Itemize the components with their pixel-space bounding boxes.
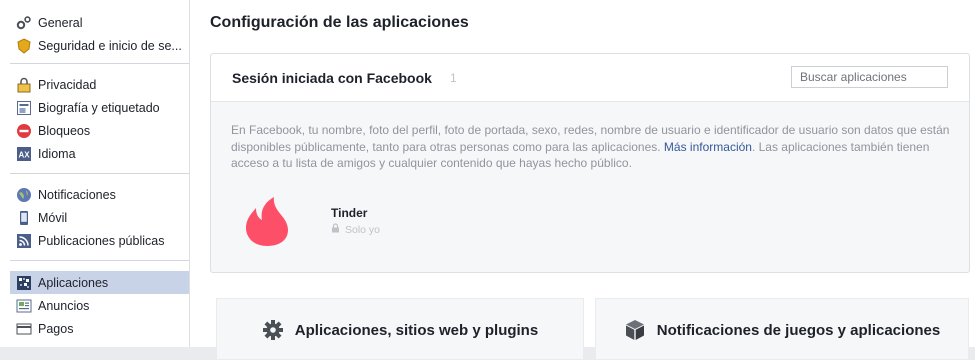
- app-name: Tinder: [331, 206, 368, 220]
- card-content: Notificaciones de juegos y aplicaciones: [624, 319, 940, 341]
- card-label: Aplicaciones, sitios web y plugins: [294, 321, 539, 339]
- app-privacy-label: Solo yo: [345, 223, 381, 236]
- sidebar-group-apps: Aplicaciones Anuncios Pagos: [0, 261, 189, 346]
- panel-header: Sesión iniciada con Facebook 1: [211, 54, 969, 102]
- apps-description: En Facebook, tu nombre, foto del perfil,…: [231, 122, 953, 172]
- sidebar-item-label: Pagos: [38, 321, 74, 336]
- sidebar-item-label: Bloqueos: [38, 123, 91, 138]
- sidebar-item-notifications[interactable]: Notificaciones: [0, 183, 189, 206]
- app-privacy-setting: Solo yo: [331, 223, 380, 236]
- panel-title: Sesión iniciada con Facebook: [232, 70, 432, 86]
- card-label: Notificaciones de juegos y aplicaciones: [656, 321, 941, 339]
- sidebar-item-label: Privacidad: [38, 77, 97, 92]
- sidebar-item-privacy[interactable]: Privacidad: [0, 73, 189, 96]
- sidebar-item-public-posts[interactable]: Publicaciones públicas: [0, 229, 189, 252]
- game-app-notifications-card[interactable]: Notificaciones de juegos y aplicaciones: [595, 298, 969, 360]
- sidebar-group-account: General Seguridad e inicio de se...: [0, 0, 189, 63]
- sidebar-item-general[interactable]: General: [0, 11, 189, 34]
- rss-icon: [16, 233, 32, 249]
- sidebar-group-privacy: Privacidad Biografía y etiquetado Bloque…: [0, 64, 189, 171]
- security-badge-icon: [16, 37, 32, 54]
- sidebar-item-payments[interactable]: Pagos: [0, 317, 189, 340]
- sidebar-item-blocking[interactable]: Bloqueos: [0, 119, 189, 142]
- ads-icon: [16, 298, 32, 314]
- sidebar-item-ads[interactable]: Anuncios: [0, 294, 189, 317]
- sidebar-item-timeline[interactable]: Biografía y etiquetado: [0, 96, 189, 119]
- logged-in-apps-panel: Sesión iniciada con Facebook 1 En Facebo…: [210, 53, 970, 273]
- globe-icon: [16, 187, 32, 203]
- tinder-flame-icon: [241, 196, 293, 248]
- more-info-link[interactable]: Más información: [664, 140, 752, 154]
- app-info: Tinder Solo yo: [331, 196, 380, 248]
- block-icon: [16, 123, 32, 139]
- search-apps-input[interactable]: [791, 66, 948, 88]
- sidebar-item-label: Anuncios: [38, 298, 90, 313]
- timeline-icon: [16, 100, 32, 116]
- settings-sidebar: General Seguridad e inicio de se... Priv…: [0, 0, 190, 347]
- page-title: Configuración de las aplicaciones: [210, 14, 469, 31]
- sidebar-item-apps[interactable]: Aplicaciones: [10, 271, 189, 294]
- payments-card-icon: [16, 321, 32, 337]
- gear-icon: [262, 319, 284, 341]
- cube-icon: [624, 319, 646, 341]
- sidebar-item-label: Idioma: [38, 146, 76, 161]
- apps-icon: [16, 275, 32, 291]
- main-content: Configuración de las aplicaciones Sesión…: [190, 0, 975, 360]
- language-icon: AX: [16, 146, 32, 162]
- gears-icon: [16, 15, 32, 31]
- mobile-icon: [16, 210, 32, 226]
- sidebar-item-language[interactable]: AX Idioma: [0, 142, 189, 165]
- sidebar-item-security[interactable]: Seguridad e inicio de se...: [0, 34, 189, 57]
- sidebar-item-label: Publicaciones públicas: [38, 233, 165, 248]
- apps-websites-plugins-card[interactable]: Aplicaciones, sitios web y plugins: [216, 298, 584, 360]
- sidebar-group-notifications: Notificaciones Móvil Publicaciones públi…: [0, 174, 189, 258]
- app-count: 1: [450, 71, 457, 85]
- sidebar-item-mobile[interactable]: Móvil: [0, 206, 189, 229]
- sidebar-item-label: Seguridad e inicio de se...: [38, 38, 182, 53]
- card-content: Aplicaciones, sitios web y plugins: [262, 319, 538, 341]
- sidebar-item-label: Biografía y etiquetado: [38, 100, 160, 115]
- lock-icon: [331, 223, 340, 236]
- sidebar-item-label: Móvil: [38, 210, 68, 225]
- svg-text:AX: AX: [18, 150, 30, 159]
- sidebar-item-label: General: [38, 15, 83, 30]
- sidebar-item-label: Notificaciones: [38, 187, 116, 202]
- app-item-tinder[interactable]: Tinder Solo yo: [241, 196, 380, 248]
- sidebar-item-label: Aplicaciones: [38, 275, 109, 290]
- privacy-lock-icon: [16, 77, 32, 93]
